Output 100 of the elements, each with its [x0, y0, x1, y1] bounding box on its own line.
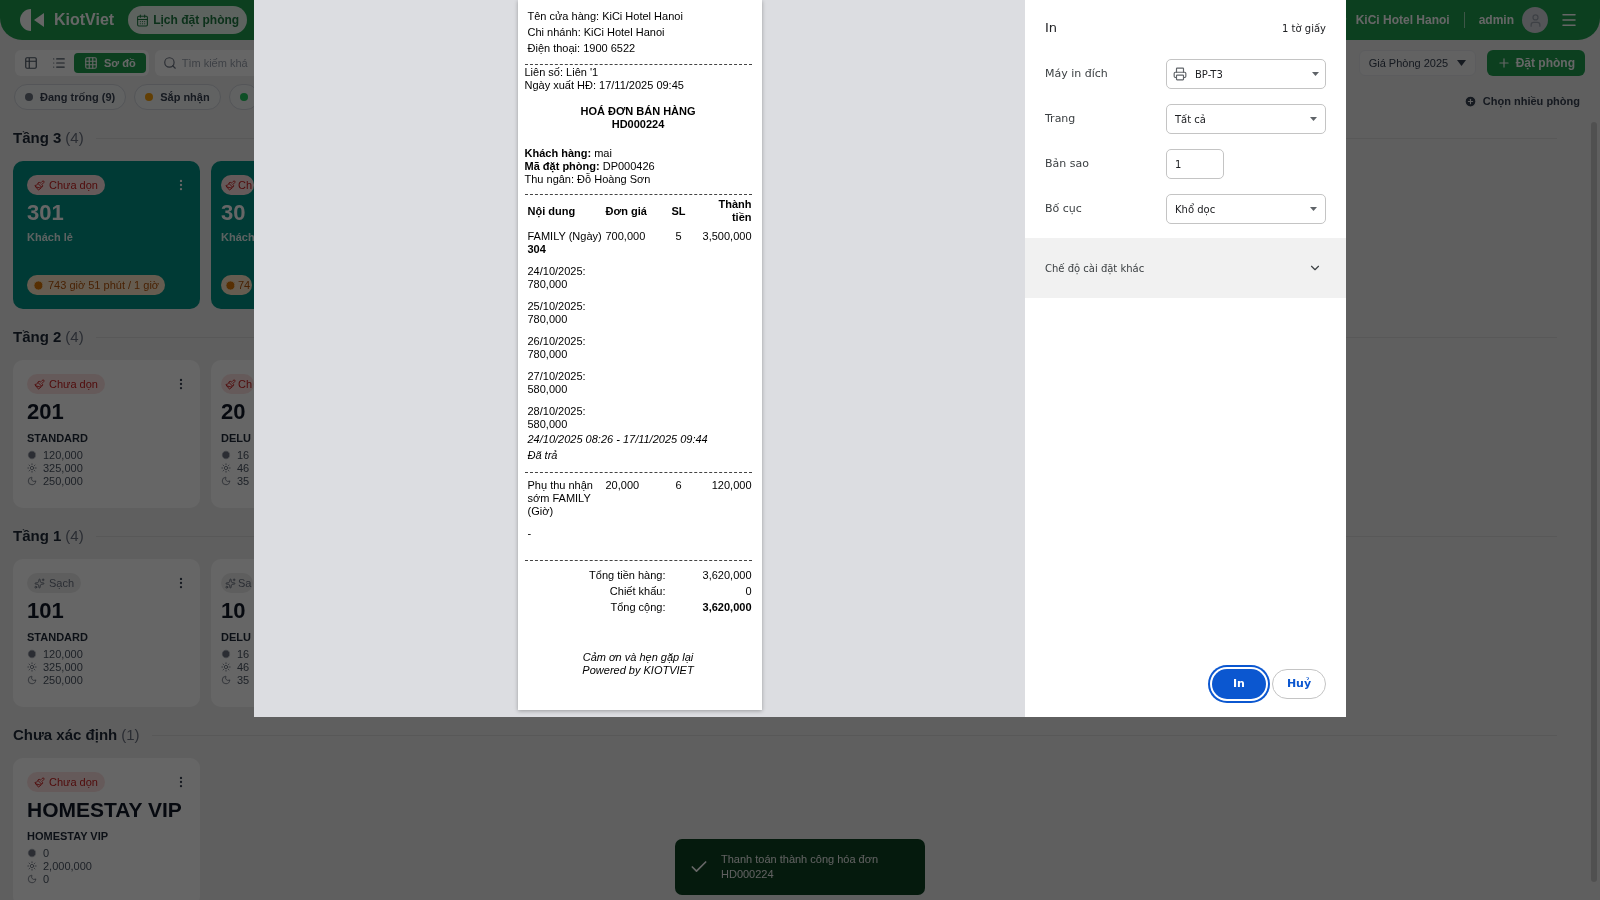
menu-icon[interactable]: [1560, 11, 1578, 29]
room-price: 2,000,000: [43, 858, 92, 874]
column-header: Nội dung: [527, 204, 577, 218]
room-price: 0: [43, 845, 50, 861]
room-card[interactable]: Chưa dọn HOMESTAY VIP HOMESTAY VIP 0 2,000,000 0: [13, 758, 200, 900]
store-info: Tên cửa hàng: KiCi Hotel Hanoi: [527, 9, 684, 24]
invoice-title: HOÁ ĐƠN BÁN HÀNG: [580, 105, 696, 118]
copies-field[interactable]: 1: [1166, 149, 1224, 179]
stay-timer: 74: [221, 275, 253, 295]
calendar-button[interactable]: Lịch đặt phòng: [128, 6, 248, 34]
multi-select-link[interactable]: Chọn nhiều phòng: [1463, 92, 1580, 110]
caret-icon: [1310, 207, 1317, 211]
view-tab[interactable]: Sơ đồ: [74, 53, 146, 73]
store-info: Điện thoại: 1900 6522: [527, 41, 637, 56]
dropdown-select[interactable]: Tất cả: [1166, 104, 1326, 134]
printer-select[interactable]: BP-T3: [1166, 59, 1326, 89]
total-value: 3,620,000: [701, 569, 752, 582]
printer-icon: [1173, 67, 1187, 81]
room-number: 201: [27, 398, 65, 426]
brand-name: KiotViet: [54, 10, 115, 30]
clock-icon: [221, 450, 231, 460]
moon-icon: [221, 675, 231, 685]
room-price: 250,000: [43, 474, 83, 489]
unit-price: 700,000: [605, 230, 647, 244]
item-note: 26/10/2025: 780,000: [527, 335, 586, 360]
search-icon: [162, 56, 177, 70]
room-price: 16: [237, 646, 250, 662]
brush-icon: [225, 378, 236, 390]
status-badge: Ch: [221, 374, 254, 394]
caret-icon: [1310, 117, 1317, 121]
quantity: 5: [674, 230, 683, 244]
room-price: 16: [237, 447, 250, 463]
dropdown-select[interactable]: Khổ dọc: [1166, 194, 1326, 224]
brush-icon: [34, 378, 45, 390]
dialog-title: In: [1045, 19, 1058, 38]
dialog-button[interactable]: Huỷ: [1272, 669, 1326, 699]
calendar-icon: [136, 13, 150, 27]
field-label: Bố cục: [1045, 200, 1083, 217]
floor-title: Tầng 3: [13, 127, 62, 148]
filter-chip[interactable]: Sắp nhận: [134, 84, 221, 110]
sun-icon: [221, 662, 231, 672]
room-type: DELU: [221, 431, 252, 446]
book-room-button[interactable]: Đặt phòng: [1486, 50, 1585, 76]
status-badge: Chưa dọn: [27, 175, 105, 195]
sparkle-icon: [34, 577, 45, 589]
clock-icon: [225, 279, 236, 291]
list-icon: [52, 56, 66, 70]
logo-icon: [20, 7, 46, 33]
room-number: HOMESTAY VIP: [27, 797, 183, 823]
plus-icon: [1496, 56, 1511, 70]
item-note: 27/10/2025: 580,000: [527, 370, 586, 395]
guest-name: Khách: [221, 230, 254, 245]
room-number: 301: [27, 199, 65, 227]
payment-status: Đã trả: [527, 449, 558, 461]
item-name: Phụ thu nhận sớm FAMILY (Giờ): [527, 479, 594, 518]
guest-name: Khách lẻ: [27, 230, 74, 245]
field-label: Bản sao: [1045, 155, 1090, 172]
filter-chip[interactable]: Đang trống (9): [14, 84, 127, 110]
more-settings-toggle[interactable]: Chế độ cài đặt khác: [1025, 238, 1346, 298]
floor-title: Tầng 1: [13, 525, 62, 546]
brush-icon: [225, 179, 236, 191]
room-card[interactable]: Chưa dọn 301 Khách lẻ 743 giờ 51 phút / 1 giờ: [13, 161, 200, 309]
room-price: 46: [237, 659, 250, 675]
table-icon: [24, 56, 38, 70]
invoice-code: HD000224: [611, 118, 665, 131]
room-type: DELU: [221, 630, 252, 645]
room-card[interactable]: Chưa dọn 201 STANDARD 120,000 325,000 250,000: [13, 360, 200, 508]
clock-icon: [27, 848, 37, 858]
room-price: 0: [43, 872, 50, 887]
grid-icon: [84, 56, 98, 70]
stay-timer: 743 giờ 51 phút / 1 giờ: [27, 275, 166, 295]
line-amount: 120,000: [710, 479, 752, 493]
room-number: 10: [221, 597, 247, 625]
unit-price: 20,000: [605, 479, 641, 493]
invoice-info: Thu ngân: Đỗ Hoàng Sơn: [524, 173, 652, 186]
room-number: 20: [221, 398, 247, 426]
total-value: 0: [744, 585, 752, 598]
room-price: 35: [237, 473, 250, 489]
room-type: STANDARD: [27, 431, 89, 446]
sheet-count: 1 tờ giấy: [1282, 21, 1326, 36]
avatar[interactable]: [1522, 7, 1548, 33]
room-price: 325,000: [43, 660, 83, 675]
column-header: Đơn giá: [605, 204, 648, 218]
moon-icon: [27, 874, 37, 884]
plus-circle-icon: [1463, 94, 1477, 108]
moon-icon: [221, 476, 231, 486]
room-card[interactable]: Ch 20 DELU 16 46 35: [211, 360, 254, 508]
line-amount: 3,500,000: [701, 230, 752, 244]
room-number: 30: [221, 199, 247, 227]
invoice-meta: Ngày xuất HĐ: 17/11/2025 09:45: [524, 79, 685, 92]
sun-icon: [27, 463, 37, 473]
item-note: 25/10/2025: 780,000: [527, 300, 586, 325]
total-label: Tổng cộng:: [609, 601, 666, 614]
floor-title: Chưa xác định: [13, 724, 118, 745]
invoice-info: Mã đặt phòng: DP000426: [524, 160, 656, 173]
room-card[interactable]: Ch 30 Khách 74: [211, 161, 254, 309]
receipt-footer: Powered by KIOTVIET: [582, 664, 694, 677]
total-label: Tổng tiền hàng:: [588, 569, 666, 582]
field-label: Máy in đích: [1045, 65, 1109, 82]
field-label: Trang: [1045, 110, 1077, 127]
